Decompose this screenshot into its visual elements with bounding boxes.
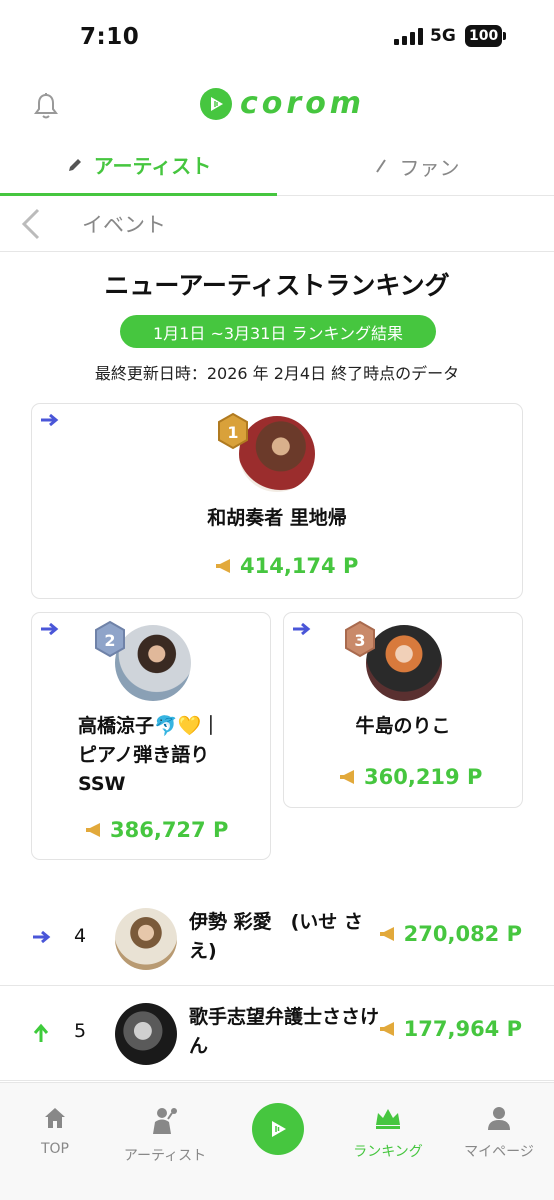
status-time: 7:10 (80, 24, 140, 50)
back-chevron-icon[interactable] (18, 206, 46, 242)
trend-flat-icon (41, 413, 59, 427)
points-value: 386,727 P (110, 818, 229, 842)
points-value: 414,174 P (240, 554, 359, 578)
home-icon (45, 1108, 65, 1128)
rank-number: 5 (74, 1020, 87, 1042)
rank-number: 4 (74, 925, 87, 947)
battery-tip (503, 32, 506, 40)
crown-icon (376, 1109, 400, 1129)
trend-flat-icon (293, 622, 311, 636)
megaphone-icon (86, 823, 100, 837)
period-badge: 1月1日 ~3月31日 ランキング結果 (120, 315, 436, 348)
megaphone-icon (216, 559, 230, 573)
trend-flat-icon (33, 930, 51, 944)
app-header: corom (0, 76, 554, 136)
sub-header: イベント (0, 196, 554, 252)
bell-icon[interactable] (33, 92, 59, 120)
points-value: 177,964 P (403, 1017, 522, 1041)
rank-2-medal-icon: 2 (95, 620, 125, 658)
network-label: 5G (430, 26, 456, 46)
megaphone-icon (340, 770, 354, 784)
points: 360,219 P (338, 765, 482, 789)
points: 386,727 P (84, 818, 228, 842)
singer-icon (153, 1108, 177, 1134)
artist-name: 歌手志望弁護士ささけん (189, 1006, 380, 1057)
artist-name: 伊勢 彩愛 (いせ さえ) (189, 911, 363, 962)
person-icon (488, 1107, 510, 1130)
logo-text: corom (240, 86, 366, 121)
nav-center-button[interactable] (252, 1103, 304, 1155)
tab-fan[interactable]: ファン (277, 136, 554, 196)
page-title: ニューアーティストランキング (104, 271, 450, 300)
medal-rank-2: 2 (104, 631, 115, 650)
points: 270,082 P (378, 922, 522, 946)
rank-3-medal-icon: 3 (345, 620, 375, 658)
rank-card-2[interactable]: 2 高橋涼子🐬💛｜ピアノ弾き語りSSW 386,727 P (31, 612, 271, 860)
megaphone-icon (379, 927, 394, 941)
tab-artist[interactable]: アーティスト (0, 136, 277, 196)
avatar (115, 1003, 177, 1065)
nav-ranking-label: ランキング (353, 1144, 423, 1160)
nav-artist[interactable]: アーティスト (110, 1105, 220, 1165)
pen-icon (68, 158, 81, 171)
main-tabs: アーティスト ファン (0, 136, 554, 196)
medal-rank-3: 3 (354, 631, 365, 650)
nav-top[interactable]: TOP (0, 1105, 110, 1157)
points: 414,174 P (214, 554, 358, 578)
nav-ranking[interactable]: ランキング (333, 1105, 443, 1161)
trend-flat-icon (41, 622, 59, 636)
nav-artist-label: アーティスト (123, 1148, 207, 1164)
status-bar: 7:10 5G 100 (0, 0, 554, 76)
avatar (115, 908, 177, 970)
rank-1-medal-icon: 1 (218, 412, 248, 450)
tab-artist-label: アーティスト (93, 154, 212, 178)
slash-icon (375, 159, 386, 173)
artist-name: 和胡奏者 里地帰 (207, 507, 347, 529)
rank-card-3[interactable]: 3 牛島のりこ 360,219 P (283, 612, 523, 808)
nav-mypage[interactable]: マイページ (444, 1105, 554, 1161)
corom-center-icon (272, 1121, 286, 1137)
sub-title: イベント (82, 213, 166, 237)
ranking-row-4[interactable]: 4 伊勢 彩愛 (いせ さえ) 270,082 P (0, 892, 554, 986)
rank-card-1[interactable]: 1 和胡奏者 里地帰 414,174 P (31, 403, 523, 599)
tab-fan-label: ファン (399, 155, 460, 180)
medal-rank-1: 1 (227, 423, 238, 442)
bottom-nav: TOP アーティスト ランキング マイページ (0, 1082, 554, 1200)
corom-logo-icon (200, 87, 232, 120)
signal-icon (394, 28, 423, 45)
app-logo[interactable]: corom (200, 86, 365, 121)
points-value: 270,082 P (403, 922, 522, 946)
nav-mypage-label: マイページ (464, 1144, 534, 1160)
artist-name: 牛島のりこ (355, 715, 451, 737)
ranking-row-5[interactable]: 5 歌手志望弁護士ささけん 177,964 P (0, 987, 554, 1081)
megaphone-icon (379, 1022, 394, 1036)
points: 177,964 P (378, 1017, 522, 1041)
artist-name: 高橋涼子🐬💛｜ピアノ弾き語りSSW (78, 715, 221, 795)
updated-text: 最終更新日時：2026 年 2月4日 終了時点のデータ (94, 364, 460, 383)
points-value: 360,219 P (364, 765, 483, 789)
battery-icon: 100 (465, 25, 503, 47)
nav-top-label: TOP (40, 1141, 69, 1157)
trend-up-icon (33, 1023, 49, 1042)
